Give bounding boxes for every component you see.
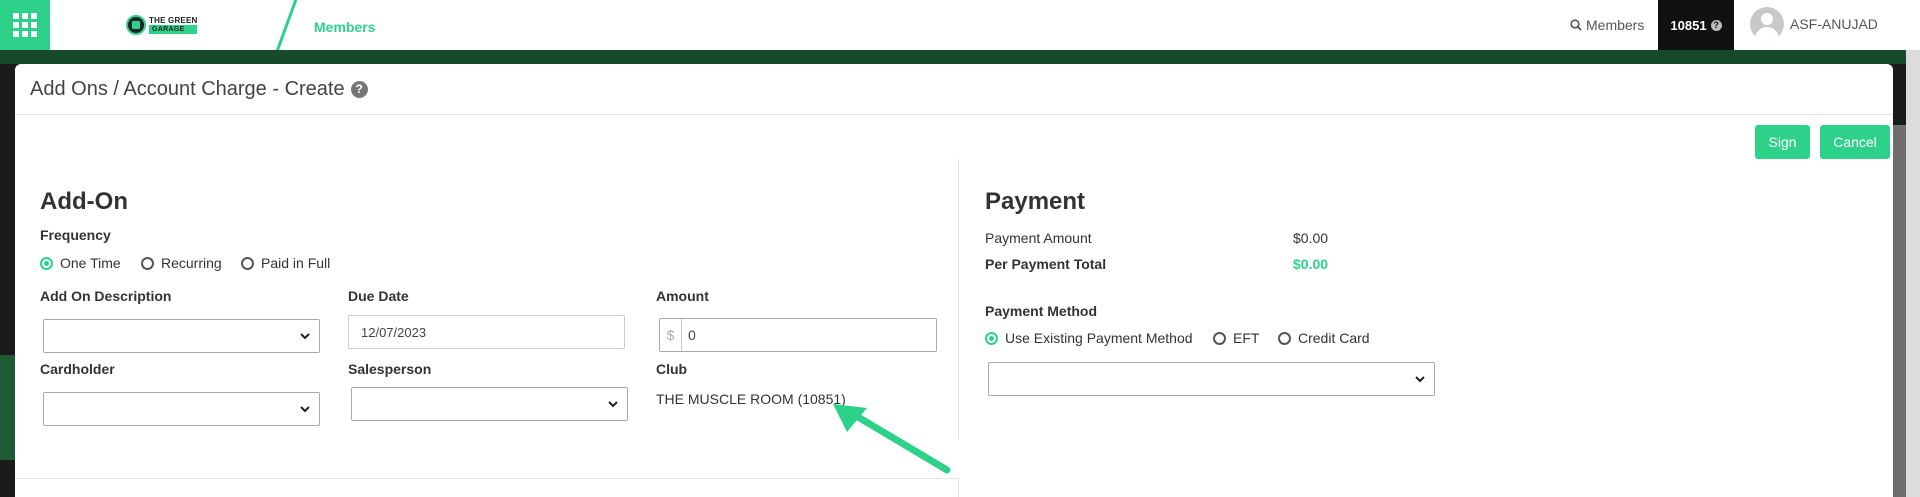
cardholder-select[interactable] [43, 392, 320, 426]
column-divider [958, 159, 959, 439]
salesperson-label: Salesperson [348, 361, 432, 377]
frequency-radio-recurring[interactable]: Recurring [141, 255, 222, 271]
payment-amount-value: $0.00 [1293, 230, 1329, 246]
annotation-arrow-icon [833, 404, 951, 474]
due-date-input[interactable]: 12/07/2023 [348, 315, 625, 349]
logo-text-line2: GARAGE [149, 25, 198, 34]
top-navbar: THE GREEN GARAGE Members Members 10851 ?… [0, 0, 1920, 53]
amount-label: Amount [656, 288, 709, 304]
club-label: Club [656, 361, 688, 377]
chevron-down-icon [608, 401, 618, 408]
help-icon[interactable]: ? [350, 80, 368, 98]
chevron-down-icon [300, 406, 310, 413]
radio-icon [241, 256, 254, 270]
addon-description-label: Add On Description [40, 288, 172, 304]
sign-button[interactable]: Sign [1755, 125, 1810, 159]
frequency-radio-paid-in-full[interactable]: Paid in Full [241, 255, 330, 271]
user-name: ASF-ANUJAD [1790, 16, 1878, 32]
payment-method-radio-existing[interactable]: Use Existing Payment Method [985, 330, 1193, 346]
radio-label: One Time [60, 255, 121, 271]
radio-icon [1213, 331, 1226, 345]
radio-selected-icon [40, 256, 53, 270]
section-divider [15, 478, 959, 479]
payment-method-radio-credit-card[interactable]: Credit Card [1278, 330, 1370, 346]
amount-value: 0 [688, 327, 696, 343]
radio-selected-icon [985, 331, 998, 345]
search-members-label: Members [1586, 17, 1645, 33]
due-date-label: Due Date [348, 288, 409, 304]
chevron-down-icon [300, 333, 310, 340]
radio-icon [141, 256, 154, 270]
radio-label: Recurring [161, 255, 222, 271]
search-members-button[interactable]: Members [1570, 17, 1644, 33]
page-scrollbar[interactable] [1906, 50, 1920, 497]
salesperson-select[interactable] [351, 387, 628, 421]
nav-divider [275, 0, 299, 53]
club-selector[interactable]: 10851 ? [1658, 0, 1734, 50]
apps-menu-button[interactable] [0, 0, 50, 50]
per-payment-total-label: Per Payment Total [985, 256, 1107, 272]
chevron-down-icon [1415, 376, 1425, 383]
club-value: THE MUSCLE ROOM (10851) [656, 391, 846, 407]
payment-section-title: Payment [985, 188, 1086, 215]
payment-amount-label: Payment Amount [985, 230, 1092, 246]
radio-label: EFT [1233, 330, 1260, 346]
cardholder-label: Cardholder [40, 361, 115, 377]
apps-grid-icon [13, 13, 37, 37]
amount-input[interactable]: $ 0 [659, 318, 937, 352]
nav-members-link[interactable]: Members [314, 19, 375, 35]
help-icon[interactable]: ? [1710, 19, 1722, 31]
logo-mark-icon [126, 15, 146, 35]
payment-method-radio-eft[interactable]: EFT [1213, 330, 1259, 346]
radio-label: Use Existing Payment Method [1005, 330, 1193, 346]
backdrop-left-strip [0, 355, 15, 460]
radio-label: Credit Card [1298, 330, 1370, 346]
frequency-radio-one-time[interactable]: One Time [40, 255, 121, 271]
backdrop-band [0, 50, 1920, 64]
addon-description-select[interactable] [43, 319, 320, 353]
search-icon [1570, 19, 1582, 31]
frequency-label: Frequency [40, 227, 111, 243]
cancel-button[interactable]: Cancel [1820, 125, 1890, 159]
radio-label: Paid in Full [261, 255, 331, 271]
modal-header: Add Ons / Account Charge - Create ? [15, 64, 1893, 115]
section-divider-vertical [958, 478, 959, 497]
addon-section-title: Add-On [40, 188, 128, 215]
modal-title: Add Ons / Account Charge - Create [30, 77, 345, 100]
avatar [1750, 7, 1784, 41]
payment-method-select[interactable] [988, 362, 1435, 396]
user-menu[interactable]: ASF-ANUJAD [1750, 7, 1878, 41]
payment-method-label: Payment Method [985, 303, 1098, 319]
brand-logo[interactable]: THE GREEN GARAGE [126, 15, 198, 35]
backdrop-right-panel [1893, 125, 1906, 497]
logo-text-line1: THE GREEN [149, 16, 198, 25]
club-number: 10851 [1670, 17, 1707, 33]
currency-symbol: $ [660, 319, 682, 351]
create-addon-modal: Add Ons / Account Charge - Create ? Sign… [15, 64, 1893, 497]
radio-icon [1278, 331, 1291, 345]
per-payment-total-value: $0.00 [1293, 256, 1329, 272]
